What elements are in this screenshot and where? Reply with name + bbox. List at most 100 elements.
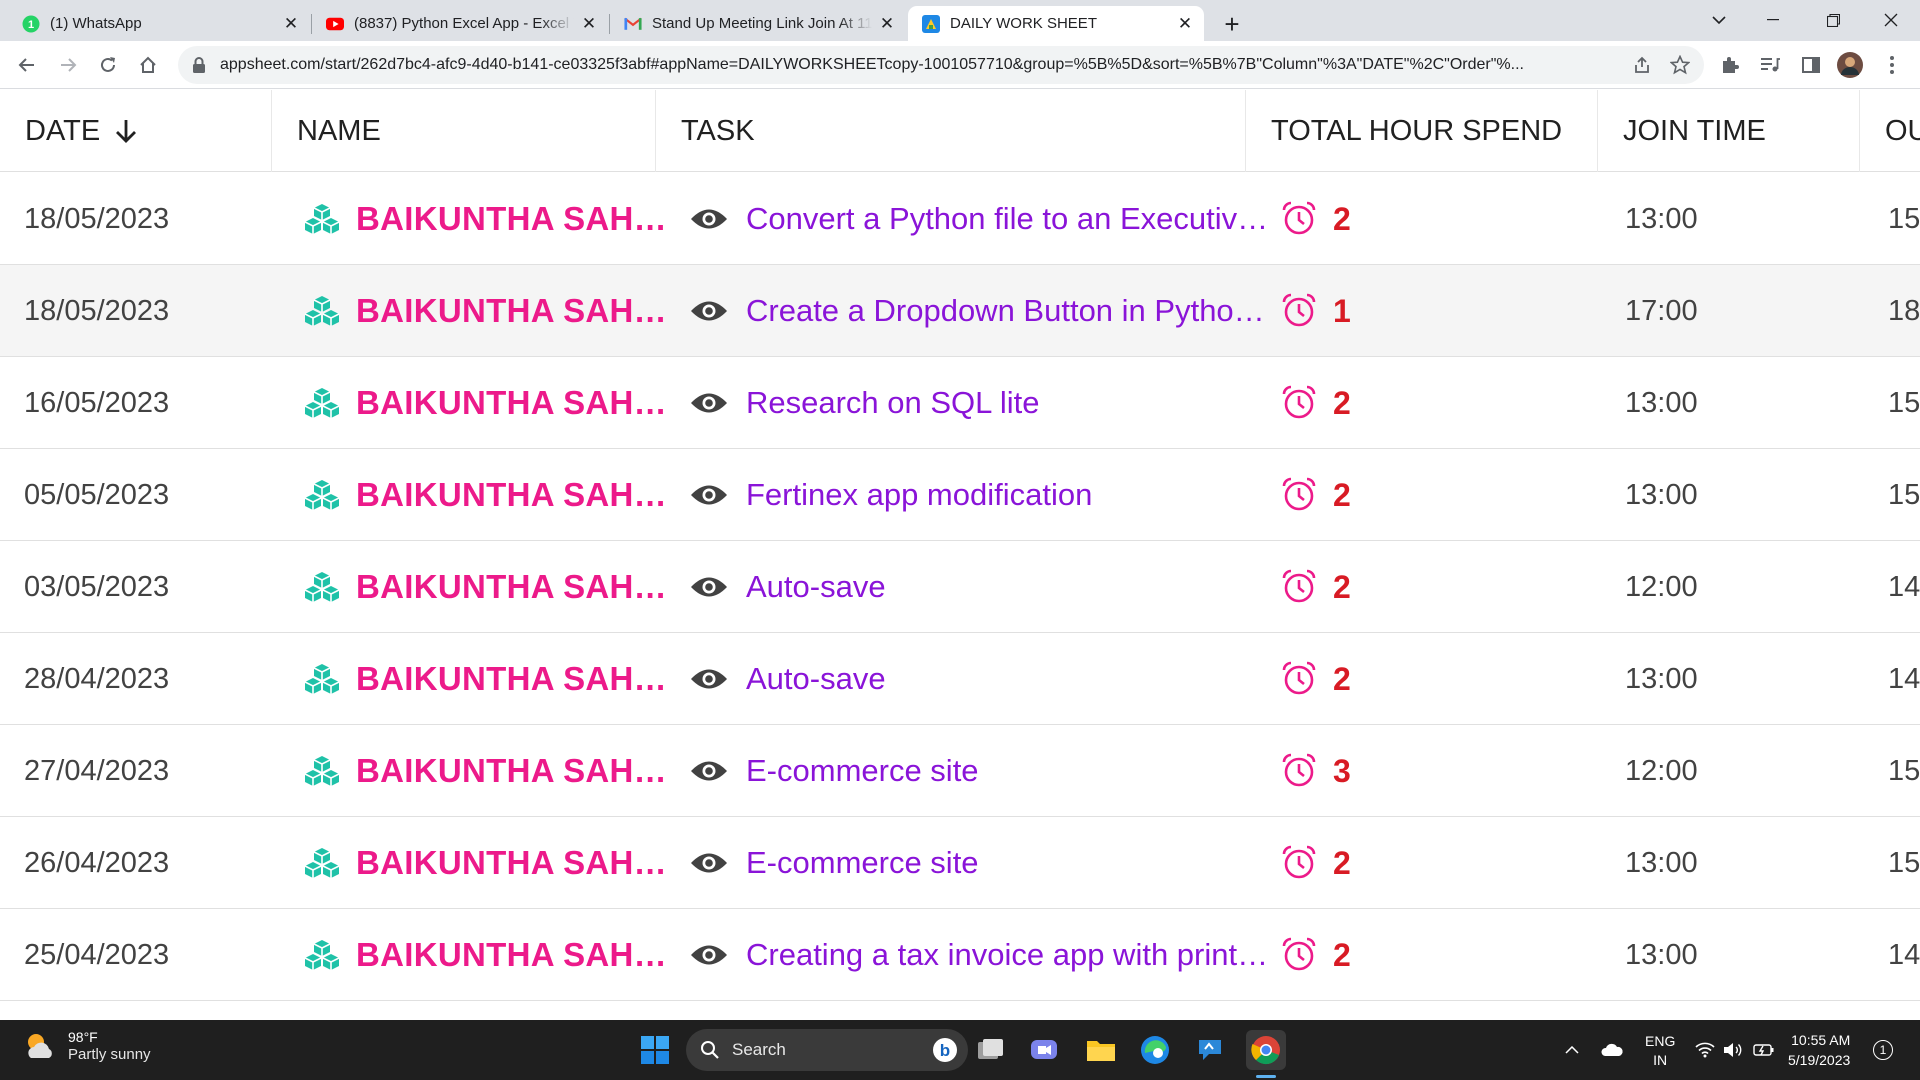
table-row[interactable]: 05/05/2023 BAIKUNTHA SAH… Fertinex app m… — [0, 449, 1920, 541]
column-header-name[interactable]: NAME — [272, 90, 656, 172]
windows-start-icon[interactable] — [635, 1030, 675, 1070]
out-time-cell: 15 — [1888, 846, 1920, 879]
sort-down-arrow-icon[interactable] — [114, 118, 138, 144]
task-text[interactable]: Auto-save — [746, 661, 886, 697]
volume-icon[interactable] — [1721, 1020, 1745, 1080]
edge-browser-icon[interactable] — [1135, 1030, 1175, 1070]
table-row[interactable]: 18/05/2023 BAIKUNTHA SAH… Create a Dropd… — [0, 265, 1920, 357]
tab-gmail[interactable]: Stand Up Meeting Link Join At 11 ✕ — [610, 6, 906, 41]
table-row[interactable]: 03/05/2023 BAIKUNTHA SAH… Auto-save 2 12… — [0, 541, 1920, 633]
total-hours-cell: 3 — [1281, 725, 1351, 817]
new-tab-button[interactable]: + — [1216, 8, 1248, 40]
column-header-total-hour-spend[interactable]: TOTAL HOUR SPEND — [1246, 90, 1598, 172]
notification-badge[interactable]: 1 — [1873, 1040, 1893, 1060]
clock-date: 5/19/2023 — [1788, 1052, 1851, 1068]
extensions-puzzle-icon[interactable] — [1716, 51, 1744, 79]
eye-icon[interactable] — [690, 482, 728, 508]
task-cell[interactable]: Auto-save — [690, 633, 886, 725]
task-cell[interactable]: Auto-save — [690, 541, 886, 633]
task-cell[interactable]: Create a Dropdown Button in Pytho… — [690, 265, 1265, 357]
side-panel-icon[interactable] — [1797, 51, 1825, 79]
out-time-cell: 15 — [1888, 202, 1920, 235]
eye-icon[interactable] — [690, 758, 728, 784]
column-header-out-time[interactable]: OU — [1860, 90, 1920, 172]
hours-value: 2 — [1333, 200, 1351, 237]
share-icon[interactable] — [1628, 51, 1656, 79]
task-text[interactable]: Fertinex app modification — [746, 477, 1092, 513]
show-hidden-icons-chevron-icon[interactable] — [1560, 1020, 1584, 1080]
eye-icon[interactable] — [690, 298, 728, 324]
close-tab-icon[interactable]: ✕ — [878, 14, 896, 33]
bookmark-star-icon[interactable] — [1666, 51, 1694, 79]
close-window-button[interactable] — [1868, 0, 1914, 40]
eye-icon[interactable] — [690, 574, 728, 600]
media-control-icon[interactable] — [1756, 51, 1784, 79]
column-header-date[interactable]: DATE — [0, 90, 272, 172]
table-header: DATE NAME TASK TOTAL HOUR SPEND JOIN TIM… — [0, 90, 1920, 172]
profile-avatar[interactable] — [1836, 51, 1864, 79]
chrome-browser-icon[interactable] — [1246, 1030, 1286, 1070]
task-text[interactable]: Create a Dropdown Button in Pytho… — [746, 293, 1265, 329]
alarm-clock-icon — [1281, 937, 1317, 973]
onedrive-cloud-icon[interactable] — [1598, 1020, 1626, 1080]
language-indicator[interactable]: ENG IN — [1645, 1032, 1675, 1070]
quick-assist-icon[interactable] — [1190, 1030, 1230, 1070]
out-time-cell: 15 — [1888, 754, 1920, 787]
wifi-icon[interactable] — [1693, 1020, 1717, 1080]
teams-chat-icon[interactable] — [1024, 1030, 1064, 1070]
menu-kebab-icon[interactable] — [1878, 51, 1906, 79]
task-text[interactable]: Convert a Python file to an Executiv… — [746, 201, 1268, 237]
back-arrow-icon[interactable] — [13, 51, 41, 79]
tab-youtube[interactable]: (8837) Python Excel App - Excel V ✕ — [312, 6, 608, 41]
home-icon[interactable] — [134, 51, 162, 79]
task-cell[interactable]: Creating a tax invoice app with print… — [690, 909, 1268, 1001]
task-cell[interactable]: Research on SQL lite — [690, 357, 1040, 449]
tab-daily-work-sheet[interactable]: DAILY WORK SHEET ✕ — [908, 6, 1204, 41]
url-text[interactable]: appsheet.com/start/262d7bc4-afc9-4d40-b1… — [220, 56, 1628, 74]
name-cell: BAIKUNTHA SAH… — [304, 265, 667, 357]
task-cell[interactable]: E-commerce site — [690, 725, 979, 817]
task-text[interactable]: Creating a tax invoice app with print… — [746, 937, 1268, 973]
table-row[interactable]: 26/04/2023 BAIKUNTHA SAH… E-commerce sit… — [0, 817, 1920, 909]
close-tab-icon[interactable]: ✕ — [580, 14, 598, 33]
table-row[interactable]: 28/04/2023 BAIKUNTHA SAH… Auto-save 2 13… — [0, 633, 1920, 725]
tab-search-chevron-icon[interactable] — [1696, 0, 1742, 40]
task-cell[interactable]: Fertinex app modification — [690, 449, 1092, 541]
file-explorer-icon[interactable] — [1081, 1030, 1121, 1070]
table-row[interactable]: 25/04/2023 BAIKUNTHA SAH… Creating a tax… — [0, 909, 1920, 1001]
join-time-cell: 13:00 — [1625, 386, 1698, 419]
taskbar-search-box[interactable]: Search b — [686, 1029, 968, 1071]
task-text[interactable]: E-commerce site — [746, 845, 979, 881]
minimize-button[interactable] — [1750, 0, 1796, 40]
task-cell[interactable]: E-commerce site — [690, 817, 979, 909]
close-tab-icon[interactable]: ✕ — [282, 14, 300, 33]
table-row[interactable]: 18/05/2023 BAIKUNTHA SAH… Convert a Pyth… — [0, 173, 1920, 265]
close-tab-icon[interactable]: ✕ — [1176, 14, 1194, 33]
address-bar[interactable]: appsheet.com/start/262d7bc4-afc9-4d40-b1… — [178, 46, 1704, 84]
table-row[interactable]: 27/04/2023 BAIKUNTHA SAH… E-commerce sit… — [0, 725, 1920, 817]
battery-charging-icon[interactable] — [1752, 1020, 1776, 1080]
task-text[interactable]: Research on SQL lite — [746, 385, 1040, 421]
column-header-join-time[interactable]: JOIN TIME — [1598, 90, 1860, 172]
reload-icon[interactable] — [94, 51, 122, 79]
eye-icon[interactable] — [690, 666, 728, 692]
restore-button[interactable] — [1810, 0, 1856, 40]
eye-icon[interactable] — [690, 850, 728, 876]
task-view-icon[interactable] — [971, 1030, 1011, 1070]
weather-widget[interactable]: 98°F Partly sunny — [22, 1028, 151, 1064]
lock-icon[interactable] — [192, 57, 208, 73]
task-text[interactable]: Auto-save — [746, 569, 886, 605]
eye-icon[interactable] — [690, 206, 728, 232]
eye-icon[interactable] — [690, 942, 728, 968]
cubes-icon — [304, 387, 340, 419]
task-text[interactable]: E-commerce site — [746, 753, 979, 789]
tab-whatsapp[interactable]: 1 (1) WhatsApp ✕ — [8, 6, 310, 41]
task-cell[interactable]: Convert a Python file to an Executiv… — [690, 173, 1268, 265]
system-clock[interactable]: 10:55 AM 5/19/2023 — [1788, 1030, 1850, 1070]
eye-icon[interactable] — [690, 390, 728, 416]
forward-arrow-icon[interactable] — [54, 51, 82, 79]
column-header-task[interactable]: TASK — [656, 90, 1246, 172]
clock-time: 10:55 AM — [1791, 1032, 1851, 1048]
table-row[interactable]: 16/05/2023 BAIKUNTHA SAH… Research on SQ… — [0, 357, 1920, 449]
out-time-cell: 15 — [1888, 386, 1920, 419]
